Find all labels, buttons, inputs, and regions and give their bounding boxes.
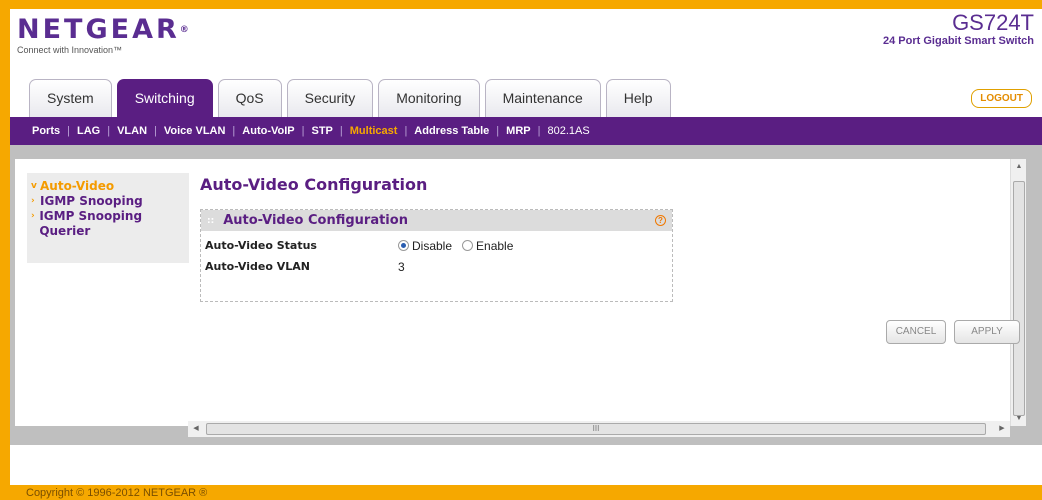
leftnav-igmp-snooping-querier[interactable]: › IGMP Snooping Querier	[31, 209, 185, 239]
scroll-left-icon[interactable]: ◀	[188, 424, 204, 432]
left-navigation: v Auto-Video › IGMP Snooping › IGMP Snoopin…	[27, 173, 189, 263]
chevron-right-icon: ›	[31, 196, 35, 206]
logout-button[interactable]: LOGOUT	[971, 89, 1032, 108]
config-panel: :: Auto-Video Configuration ? Auto-Video…	[200, 209, 673, 302]
cancel-button[interactable]: CANCEL	[886, 320, 946, 344]
vlan-label: Auto-Video VLAN	[205, 260, 310, 273]
tab-switching[interactable]: Switching	[116, 79, 213, 117]
scroll-up-icon[interactable]: ▲	[1011, 163, 1027, 170]
tab-help[interactable]: Help	[605, 79, 671, 117]
subnav-802-1as[interactable]: 802.1AS	[547, 125, 589, 137]
product-info: GS724T 24 Port Gigabit Smart Switch	[883, 10, 1034, 48]
main-tabs: System Switching QoS Security Monitoring…	[29, 79, 671, 117]
subnav-lag[interactable]: LAG	[77, 125, 100, 137]
subnav-mrp[interactable]: MRP	[506, 125, 530, 137]
scroll-right-icon[interactable]: ▶	[994, 424, 1010, 432]
content-band: v Auto-Video › IGMP Snooping › IGMP Snoopin…	[10, 145, 1042, 445]
tab-security[interactable]: Security	[286, 79, 374, 117]
vlan-value: 3	[398, 259, 405, 274]
model-name: GS724T	[952, 10, 1034, 35]
panel-title: Auto-Video Configuration	[223, 213, 408, 228]
status-label: Auto-Video Status	[205, 239, 317, 252]
subnav-ports[interactable]: Ports	[32, 125, 60, 137]
subnav-vlan[interactable]: VLAN	[117, 125, 147, 137]
vertical-scrollbar[interactable]: ▲ ▼	[1010, 159, 1026, 426]
drag-handle-icon: ::	[207, 215, 215, 226]
vertical-scroll-thumb[interactable]	[1013, 181, 1025, 416]
logo-text: NETGEAR	[17, 14, 180, 45]
tab-monitoring[interactable]: Monitoring	[378, 79, 480, 117]
disable-radio[interactable]: Disable	[398, 239, 452, 253]
tagline: Connect with Innovation™	[17, 45, 123, 55]
page-container: NETGEAR® Connect with Innovation™ GS724T…	[10, 9, 1042, 485]
radio-unselected-icon	[462, 240, 474, 251]
sub-navigation: Ports | LAG | VLAN | Voice VLAN | Auto-VoIP |…	[10, 117, 1042, 145]
horizontal-scrollbar[interactable]: ◀ III ▶	[188, 421, 1010, 437]
page-title: Auto-Video Configuration	[200, 175, 428, 194]
apply-button[interactable]: APPLY	[954, 320, 1020, 344]
tab-system[interactable]: System	[29, 79, 112, 117]
leftnav-igmp-snooping[interactable]: › IGMP Snooping	[31, 194, 185, 209]
tab-qos[interactable]: QoS	[217, 79, 282, 117]
subnav-address-table[interactable]: Address Table	[414, 125, 489, 137]
radio-selected-icon	[398, 240, 409, 251]
leftnav-auto-video[interactable]: v Auto-Video	[31, 179, 185, 194]
content-area: v Auto-Video › IGMP Snooping › IGMP Snoopin…	[15, 159, 1026, 437]
subnav-voice-vlan[interactable]: Voice VLAN	[164, 125, 226, 137]
panel-header: :: Auto-Video Configuration	[201, 210, 672, 231]
page-frame: NETGEAR® Connect with Innovation™ GS724T…	[0, 0, 1042, 500]
subnav-stp[interactable]: STP	[311, 125, 332, 137]
enable-radio[interactable]: Enable	[462, 239, 513, 253]
chevron-right-icon: ›	[31, 211, 35, 221]
copyright-text: Copyright © 1996-2012 NETGEAR ®	[26, 487, 208, 499]
status-row: Auto-Video Status Disable Enable	[201, 235, 672, 256]
horizontal-scroll-thumb[interactable]: III	[206, 423, 986, 435]
subnav-auto-voip[interactable]: Auto-VoIP	[242, 125, 294, 137]
model-description: 24 Port Gigabit Smart Switch	[883, 35, 1034, 47]
chevron-down-icon: v	[31, 181, 37, 191]
help-icon[interactable]: ?	[655, 215, 666, 226]
netgear-logo: NETGEAR® Connect with Innovation™	[17, 14, 189, 56]
vlan-row: Auto-Video VLAN 3	[201, 256, 672, 277]
subnav-multicast[interactable]: Multicast	[350, 125, 398, 137]
scroll-down-icon[interactable]: ▼	[1011, 415, 1027, 422]
tab-maintenance[interactable]: Maintenance	[484, 79, 601, 117]
